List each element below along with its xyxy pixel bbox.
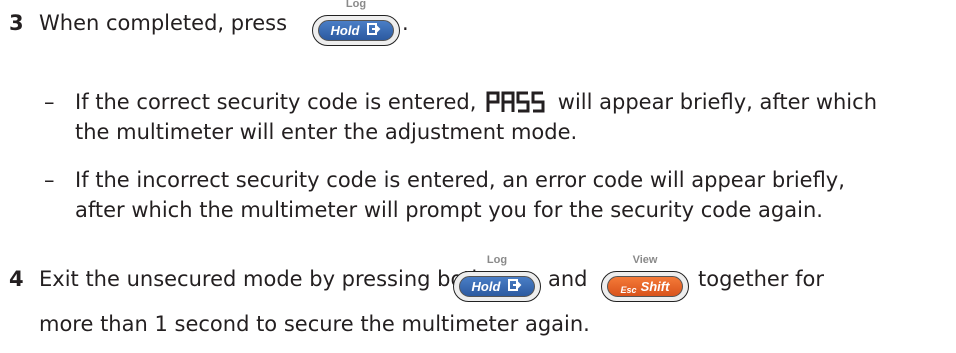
key-shift-label: Log [486, 254, 508, 266]
step-number: 3 [9, 11, 24, 35]
step-text: and [548, 267, 588, 291]
key-body: Hold [312, 15, 400, 46]
key-face: Hold [318, 20, 394, 41]
key-label: Shift [640, 279, 670, 294]
bullet-line: If the correct security code is entered,… [75, 88, 877, 120]
bullet-text: If the correct security code is entered, [75, 90, 477, 114]
hold-key[interactable]: Log Hold [453, 254, 541, 302]
step-text: Exit the unsecured mode by pressing both [39, 267, 485, 291]
log-arrow-icon [508, 279, 522, 294]
key-face: Hold [459, 276, 535, 297]
bullet-line: the multimeter will enter the adjustment… [75, 120, 578, 144]
key-face: Esc Shift [607, 276, 683, 297]
log-arrow-icon [367, 23, 381, 38]
shift-key[interactable]: View Esc Shift [601, 254, 689, 302]
key-label: Hold [471, 279, 501, 294]
key-shift-label: View [632, 254, 658, 266]
bullet-line: If the incorrect security code is entere… [75, 168, 845, 192]
esc-label: Esc [620, 284, 637, 295]
step-text: together for [698, 267, 824, 291]
bullet-text: will appear briefly, after which [557, 90, 878, 114]
key-label: Hold [330, 23, 360, 38]
period: . [402, 11, 409, 35]
key-body: Hold [453, 271, 541, 302]
pass-display-icon [485, 91, 549, 120]
bullet-dash: – [44, 90, 55, 114]
step-text: When completed, press [39, 11, 288, 35]
step-number: 4 [9, 267, 24, 291]
key-body: Esc Shift [601, 271, 689, 302]
key-shift-label: Log [345, 0, 367, 10]
hold-key[interactable]: Log Hold [312, 0, 400, 46]
bullet-line: after which the multimeter will prompt y… [75, 198, 823, 222]
step-text: more than 1 second to secure the multime… [39, 312, 590, 336]
bullet-dash: – [44, 168, 55, 192]
